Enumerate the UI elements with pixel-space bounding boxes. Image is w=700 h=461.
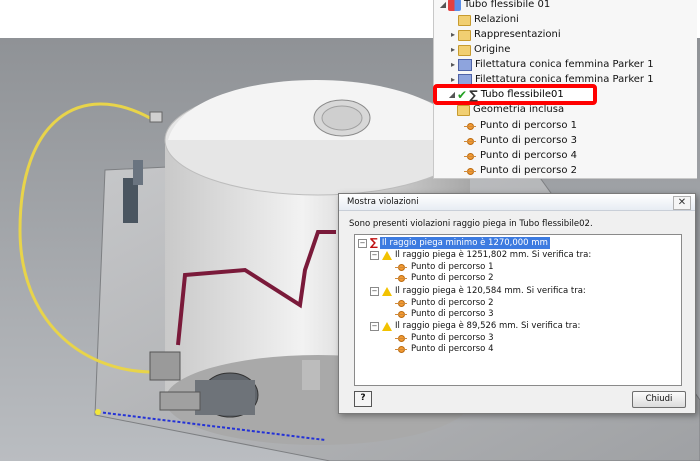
route-point-icon	[464, 135, 477, 147]
tree-route-point[interactable]: Punto di percorso 2	[395, 272, 494, 284]
expand-arrow-icon[interactable]: ▸	[448, 57, 458, 73]
warning-icon	[382, 250, 392, 260]
expand-arrow-icon[interactable]: ▸	[448, 27, 458, 43]
dialog-titlebar[interactable]: Mostra violazioni ✕	[339, 194, 695, 211]
browser-item-relations[interactable]: Relazioni	[448, 12, 519, 28]
route-point-icon	[464, 150, 477, 162]
route-point-label: Punto di percorso 4	[411, 344, 494, 354]
hose-sigma-icon: ∑	[370, 236, 378, 249]
browser-item-label: Punto di percorso 3	[480, 135, 578, 146]
tree-root[interactable]: − ∑ Il raggio piega minimo è 1270,000 mm	[358, 237, 550, 249]
route-point-label: Punto di percorso 3	[411, 309, 494, 319]
folder-icon	[458, 14, 471, 26]
browser-item-route-point-2[interactable]: Punto di percorso 2	[464, 163, 577, 179]
browser-item-route-point-4[interactable]: Punto di percorso 4	[464, 148, 577, 164]
dialog-title: Mostra violazioni	[347, 197, 419, 207]
browser-item-label: Tubo flessibile01	[480, 89, 564, 100]
collapse-arrow-icon[interactable]: ◢	[438, 0, 448, 13]
route-point-icon	[395, 343, 408, 355]
tree-violation[interactable]: − Il raggio piega è 120,584 mm. Si verif…	[370, 285, 586, 297]
violations-tree[interactable]: − ∑ Il raggio piega minimo è 1270,000 mm…	[354, 234, 682, 386]
route-point-icon	[395, 272, 408, 284]
route-point-icon	[464, 120, 477, 132]
assembly-icon	[448, 0, 461, 11]
violation-text: Il raggio piega è 89,526 mm. Si verifica…	[395, 321, 581, 331]
collapse-icon[interactable]: −	[358, 238, 367, 248]
collapse-icon[interactable]: −	[370, 250, 379, 260]
expand-arrow-icon[interactable]: ▸	[448, 42, 458, 58]
browser-item-origin[interactable]: ▸ Origine	[448, 42, 510, 58]
tree-violation[interactable]: − Il raggio piega è 1251,802 mm. Si veri…	[370, 249, 591, 261]
violation-text: Il raggio piega è 120,584 mm. Si verific…	[395, 286, 586, 296]
warning-icon	[382, 321, 392, 331]
folder-icon	[458, 29, 471, 41]
browser-item-label: Punto di percorso 4	[480, 150, 578, 161]
browser-item-label: Rappresentazioni	[474, 29, 561, 40]
browser-item-label: Relazioni	[474, 14, 519, 25]
collapse-icon[interactable]: −	[370, 286, 379, 296]
route-point-label: Punto di percorso 2	[411, 273, 494, 283]
tree-violation[interactable]: − Il raggio piega è 89,526 mm. Si verifi…	[370, 320, 580, 332]
tree-route-point[interactable]: Punto di percorso 4	[395, 343, 494, 355]
browser-item-label: Origine	[474, 44, 511, 55]
browser-item-representations[interactable]: ▸ Rappresentazioni	[448, 27, 561, 43]
browser-item-fitting-1[interactable]: ▸ Filettatura conica femmina Parker 1	[448, 57, 654, 73]
collapse-arrow-icon[interactable]: ◢	[447, 87, 457, 103]
collapse-icon[interactable]: −	[370, 321, 379, 331]
dialog-message: Sono presenti violazioni raggio piega in…	[349, 219, 593, 229]
route-point-icon	[464, 165, 477, 177]
browser-item-label: Filettatura conica femmina Parker 1	[475, 59, 654, 70]
help-button[interactable]: ?	[354, 391, 372, 407]
hose-sigma-icon: ∑	[469, 88, 478, 102]
browser-item-label: Punto di percorso 2	[480, 165, 578, 176]
fitting-icon	[458, 59, 472, 71]
check-icon: ✔	[457, 88, 468, 102]
close-button[interactable]: Chiudi	[632, 391, 686, 408]
close-icon[interactable]: ✕	[673, 196, 691, 210]
tree-route-point[interactable]: Punto di percorso 3	[395, 308, 494, 320]
browser-item-route-point-1[interactable]: Punto di percorso 1	[464, 118, 577, 134]
folder-icon	[457, 104, 470, 116]
violation-text: Il raggio piega è 1251,802 mm. Si verifi…	[395, 250, 592, 260]
browser-item-label: Punto di percorso 1	[480, 120, 578, 131]
violations-dialog: Mostra violazioni ✕ Sono presenti violaz…	[338, 193, 696, 414]
folder-icon	[458, 44, 471, 56]
route-point-icon	[395, 308, 408, 320]
highlighted-hose-item[interactable]: ◢ ✔ ∑ Tubo flessibile01	[433, 84, 597, 105]
warning-icon	[382, 286, 392, 296]
tree-root-label: Il raggio piega minimo è 1270,000 mm	[379, 237, 550, 249]
browser-item-route-point-3[interactable]: Punto di percorso 3	[464, 133, 577, 149]
